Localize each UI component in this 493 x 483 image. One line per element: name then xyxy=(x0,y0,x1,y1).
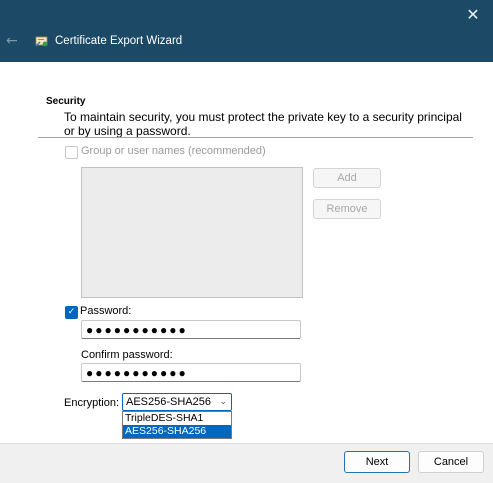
password-label: Password: xyxy=(80,305,132,317)
encryption-option-aes256[interactable]: AES256-SHA256 xyxy=(123,425,231,438)
close-icon[interactable]: ✕ xyxy=(461,5,485,25)
password-field[interactable]: ●●●●●●●●●●● xyxy=(81,320,301,339)
certificate-icon xyxy=(35,34,49,48)
group-names-label: Group or user names (recommended) xyxy=(81,145,266,157)
confirm-password-label: Confirm password: xyxy=(81,349,173,361)
section-title: Security xyxy=(46,96,86,107)
back-arrow-icon[interactable]: ← xyxy=(6,33,22,49)
divider xyxy=(38,137,473,138)
remove-button[interactable]: Remove xyxy=(313,199,381,219)
password-checkbox[interactable]: ✓ xyxy=(65,306,78,319)
checkmark-icon: ✓ xyxy=(67,307,76,317)
cancel-button[interactable]: Cancel xyxy=(418,451,484,473)
next-button[interactable]: Next xyxy=(344,451,410,473)
group-names-checkbox[interactable] xyxy=(65,146,78,159)
encryption-select[interactable]: AES256-SHA256 ⌄ xyxy=(122,393,232,411)
wizard-title: Certificate Export Wizard xyxy=(55,35,183,47)
encryption-selected-value: AES256-SHA256 xyxy=(126,396,211,408)
confirm-password-field[interactable]: ●●●●●●●●●●● xyxy=(81,363,301,382)
add-button[interactable]: Add xyxy=(313,168,381,188)
chevron-down-icon[interactable]: ⌄ xyxy=(219,394,227,410)
group-names-listbox[interactable] xyxy=(81,167,303,298)
encryption-dropdown-list: TripleDES-SHA1 AES256-SHA256 xyxy=(122,411,232,439)
section-description: To maintain security, you must protect t… xyxy=(64,110,462,138)
title-bar: ✕ ← Certificate Export Wizard xyxy=(0,0,493,62)
encryption-label: Encryption: xyxy=(64,397,120,409)
encryption-option-tripledes[interactable]: TripleDES-SHA1 xyxy=(123,412,231,425)
